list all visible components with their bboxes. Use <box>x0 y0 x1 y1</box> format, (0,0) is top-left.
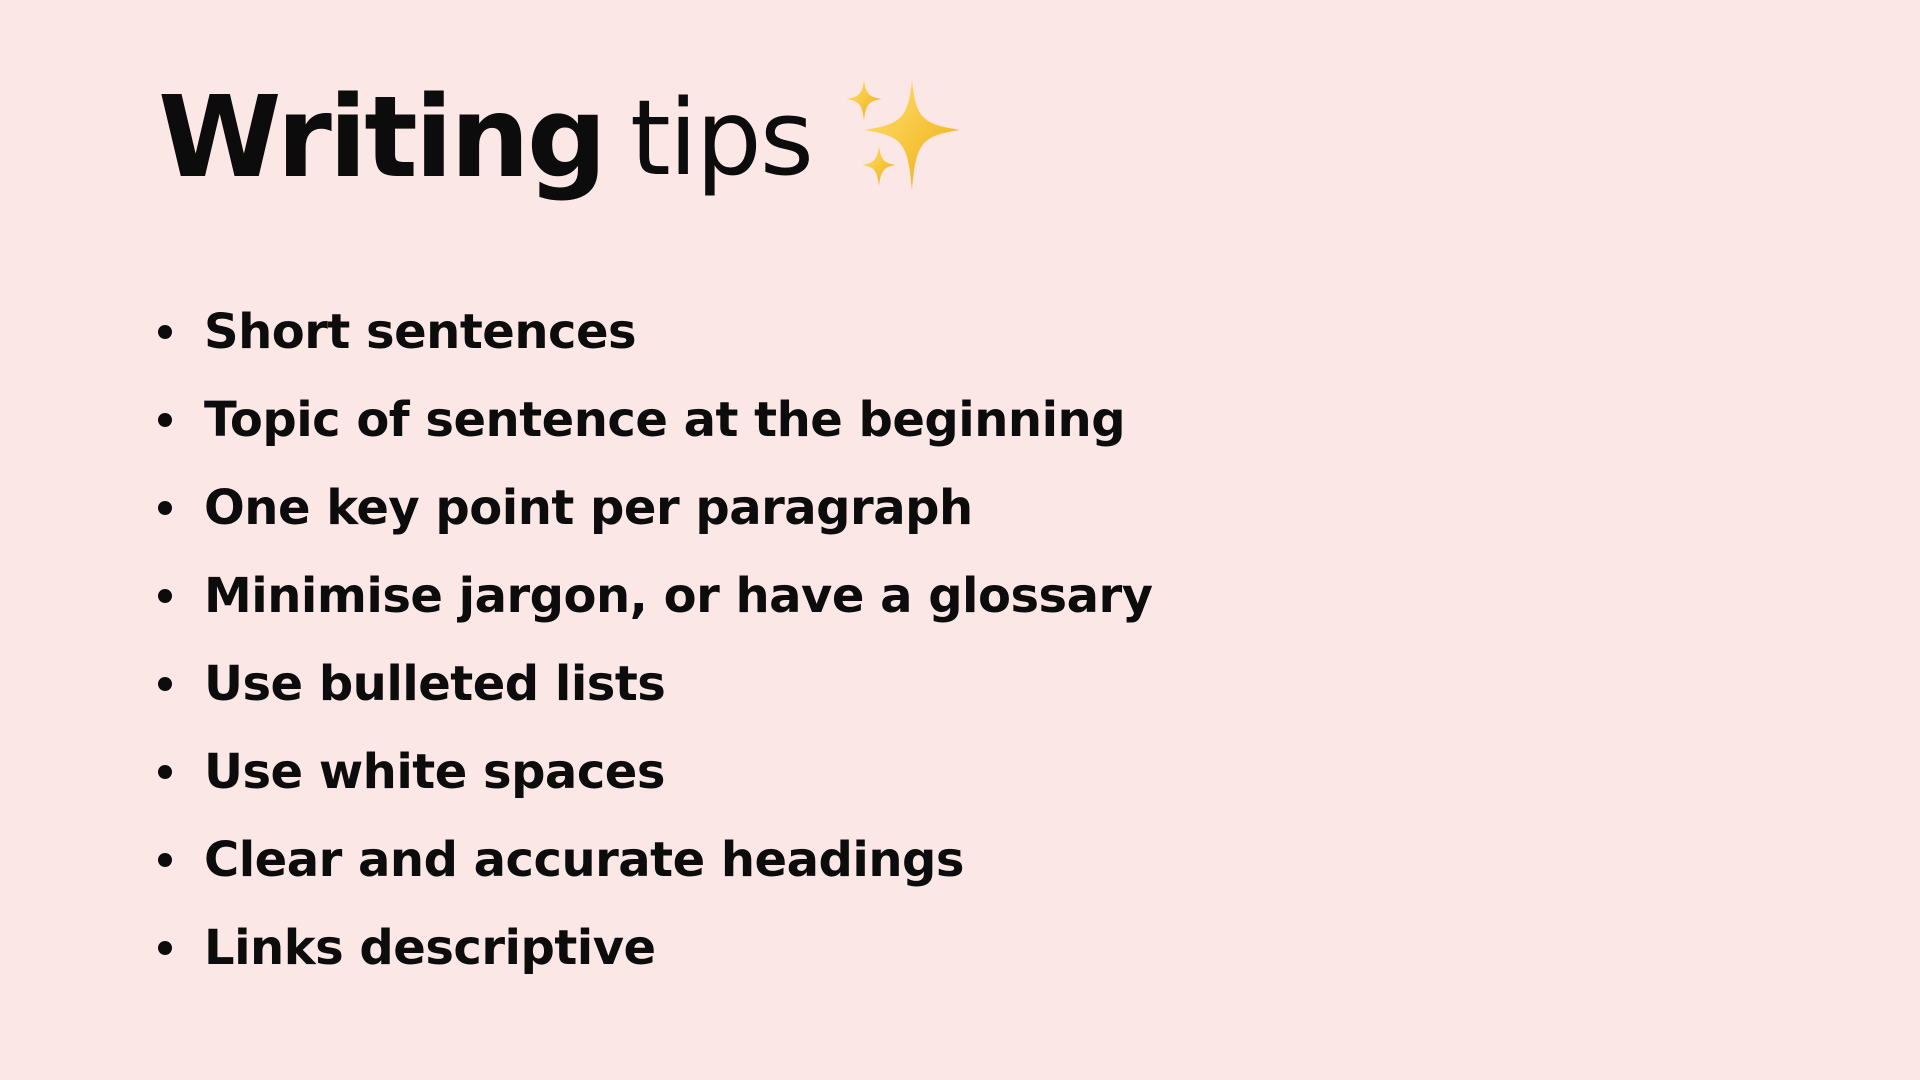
list-item: Use bulleted lists <box>158 640 1152 728</box>
bullet-icon <box>158 589 172 603</box>
list-item: Minimise jargon, or have a glossary <box>158 552 1153 640</box>
list-item: Topic of sentence at the beginning <box>158 376 1152 464</box>
tip-text: Links descriptive <box>204 920 656 976</box>
bullet-icon <box>158 325 172 339</box>
bullet-icon <box>158 853 172 867</box>
bullet-icon <box>158 501 172 515</box>
list-item: Use white spaces <box>158 728 1152 816</box>
list-item: Links descriptive <box>158 904 1152 992</box>
title-strong-word: Writing <box>158 73 607 203</box>
tip-text: Topic of sentence at the beginning <box>204 392 1126 448</box>
slide: Writing tips Short sentences Topic of se… <box>0 0 1920 1080</box>
bullet-icon <box>158 677 172 691</box>
bullet-icon <box>158 413 172 427</box>
page-title: Writing tips <box>158 78 962 198</box>
tip-text: Minimise jargon, or have a glossary <box>204 568 1153 624</box>
bullet-icon <box>158 765 172 779</box>
tip-text: Use white spaces <box>204 744 665 800</box>
list-item: Short sentences <box>158 288 1152 376</box>
title-light-word: tips <box>630 77 814 199</box>
tip-text: Clear and accurate headings <box>204 832 964 888</box>
sparkles-icon <box>845 80 960 190</box>
tips-list: Short sentences Topic of sentence at the… <box>158 288 1153 992</box>
bullet-icon <box>158 941 172 955</box>
tip-text: One key point per paragraph <box>204 480 973 536</box>
tip-text: Use bulleted lists <box>204 656 666 712</box>
list-item: One key point per paragraph <box>158 464 1152 552</box>
list-item: Clear and accurate headings <box>158 816 1152 904</box>
tip-text: Short sentences <box>204 304 637 360</box>
